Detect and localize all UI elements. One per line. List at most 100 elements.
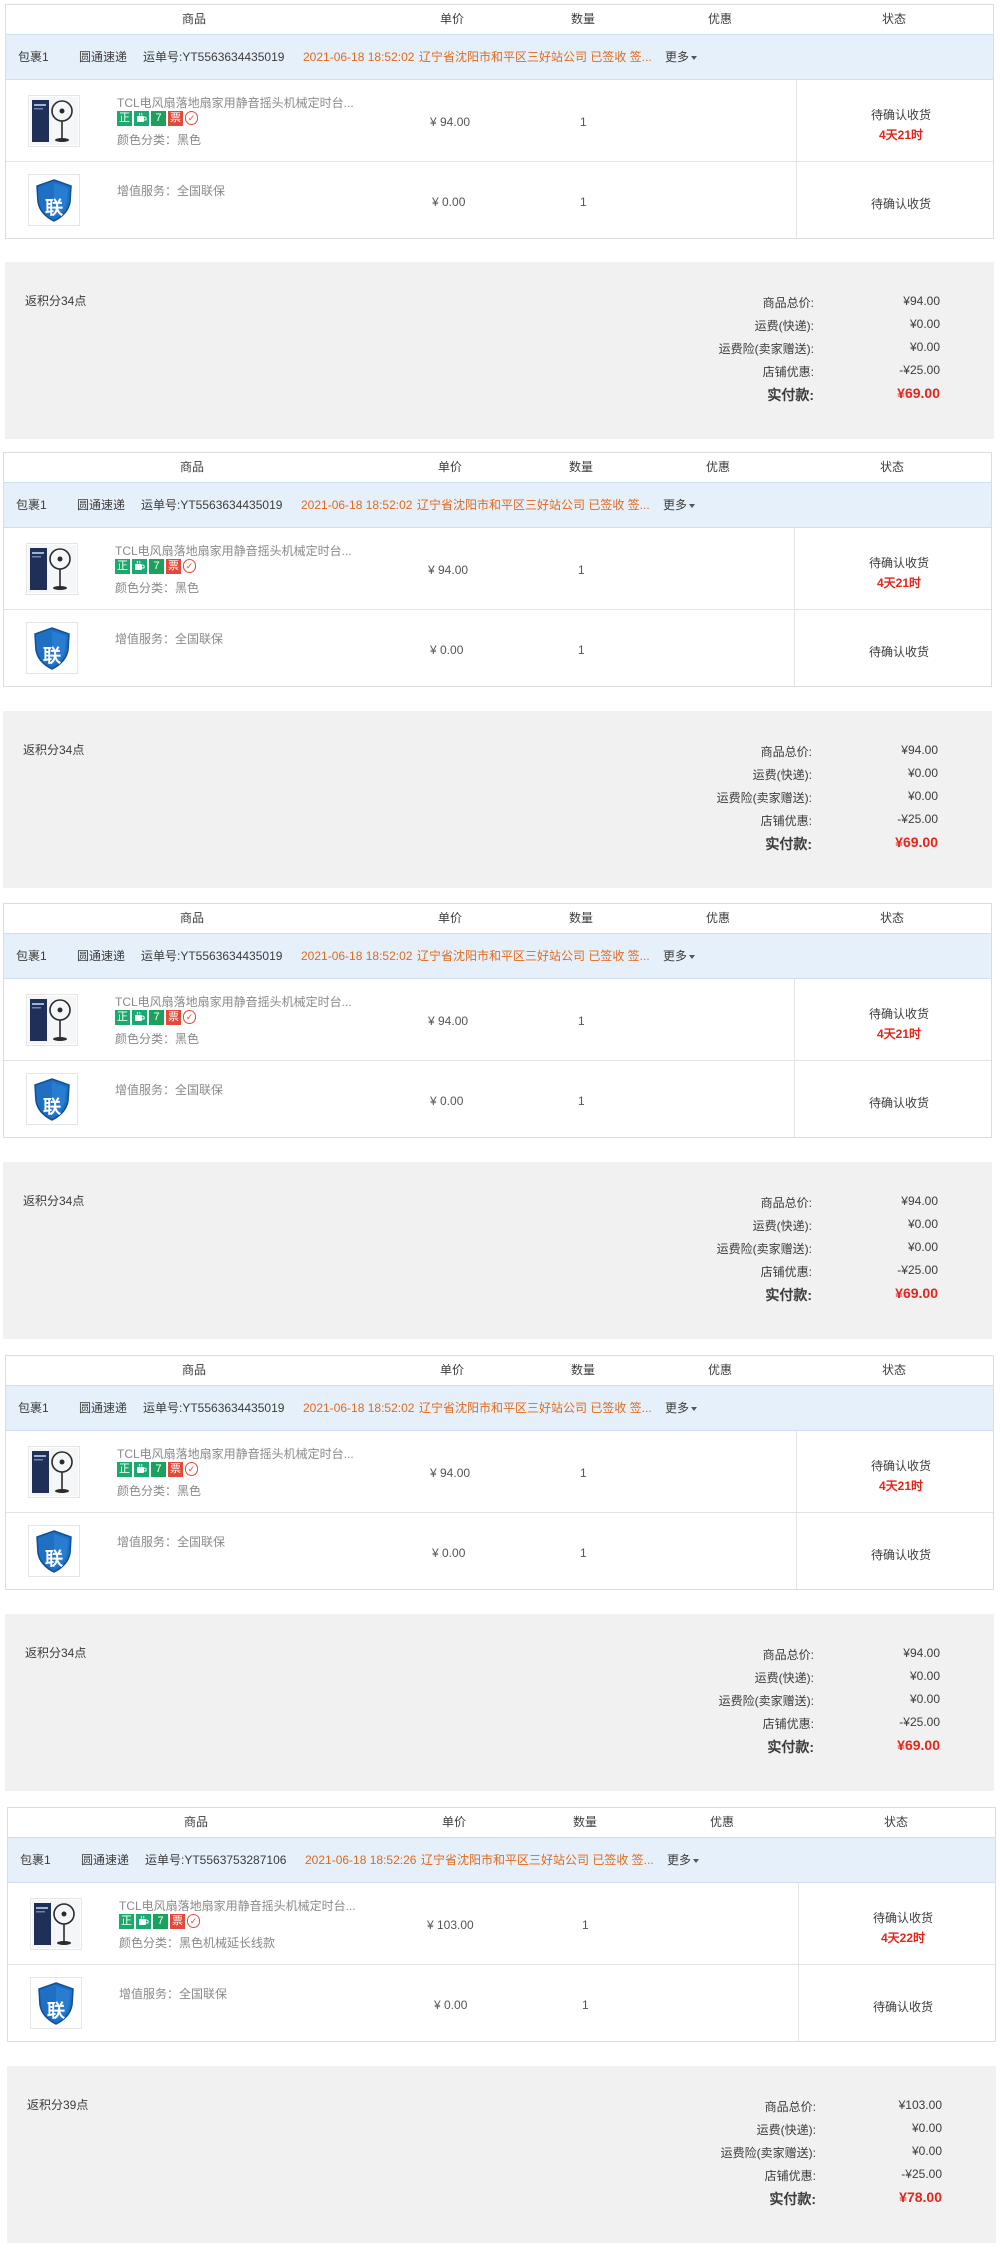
- more-link[interactable]: 更多: [663, 483, 696, 527]
- more-link[interactable]: 更多: [663, 934, 696, 978]
- tea-cup-icon[interactable]: [136, 1914, 151, 1929]
- product-title-link[interactable]: TCL电风扇落地扇家用静音摇头机械定时台...: [119, 1897, 356, 1914]
- logistics-location[interactable]: 辽宁省沈阳市和平区三好站公司 已签收 签...: [419, 35, 652, 79]
- logistics-location[interactable]: 辽宁省沈阳市和平区三好站公司 已签收 签...: [417, 934, 650, 978]
- status-text: 待确认收货: [868, 645, 930, 659]
- status-divider: [796, 1513, 797, 1589]
- service-tag[interactable]: 票: [168, 111, 183, 126]
- chevron-down-icon: [693, 1858, 700, 1863]
- summary-label: 运费(快递):: [756, 2123, 816, 2137]
- column-header-product: 商品: [183, 1815, 209, 1829]
- service-tag[interactable]: 正: [117, 1462, 132, 1477]
- tea-cup-icon[interactable]: [132, 1010, 147, 1025]
- fan-product-icon[interactable]: [26, 543, 78, 595]
- summary-value: ¥0.00: [909, 1669, 940, 1683]
- status-text: 待确认收货: [868, 556, 930, 570]
- summary-label: 运费(快递):: [754, 1671, 814, 1685]
- countdown-timer: 4天21时: [876, 576, 922, 590]
- order-status: 待确认收货 4天21时: [869, 554, 929, 591]
- column-header-product: 商品: [179, 460, 205, 474]
- reward-points: 返积分34点: [25, 294, 87, 308]
- total-paid-amount: ¥78.00: [899, 2189, 942, 2205]
- column-header-discount: 优惠: [709, 1815, 735, 1829]
- summary-value: ¥0.00: [909, 1692, 940, 1706]
- total-paid-label: 实付款:: [769, 2191, 816, 2207]
- carrier-name: 圆通速递: [81, 1853, 130, 1867]
- product-title-link[interactable]: TCL电风扇落地扇家用静音摇头机械定时台...: [115, 542, 352, 559]
- summary-label: 店铺优惠:: [760, 814, 812, 828]
- value-added-service: 增值服务：全国联保: [115, 1083, 224, 1097]
- service-tag[interactable]: 票: [168, 1462, 183, 1477]
- more-link[interactable]: 更多: [665, 35, 698, 79]
- status-text: 待确认收货: [868, 1007, 930, 1021]
- fan-product-icon[interactable]: [28, 95, 80, 147]
- service-tag[interactable]: 7: [151, 111, 166, 126]
- service-tag[interactable]: 7: [149, 1010, 164, 1025]
- value-added-service: 增值服务：全国联保: [119, 1987, 228, 2001]
- service-tag[interactable]: 7: [149, 559, 164, 574]
- status-divider: [794, 610, 795, 686]
- shield-badge-icon[interactable]: ✓: [185, 111, 198, 125]
- service-tag[interactable]: 正: [117, 111, 132, 126]
- service-tag[interactable]: 票: [166, 1010, 181, 1025]
- summary-label: 商品总价:: [762, 296, 814, 310]
- countdown-timer: 4天22时: [880, 1931, 926, 1945]
- shield-badge-icon[interactable]: ✓: [187, 1914, 200, 1928]
- logistics-location[interactable]: 辽宁省沈阳市和平区三好站公司 已签收 签...: [417, 483, 650, 527]
- unit-price: ¥ 94.00: [428, 563, 469, 577]
- summary-value: -¥25.00: [897, 1263, 938, 1277]
- column-header-unit-price: 单价: [437, 911, 463, 925]
- quantity: 1: [582, 1998, 589, 2012]
- total-paid-label: 实付款:: [767, 387, 814, 403]
- fan-product-icon[interactable]: [28, 1446, 80, 1498]
- more-link[interactable]: 更多: [665, 1386, 698, 1430]
- fan-product-icon[interactable]: [26, 994, 78, 1046]
- total-paid-label: 实付款:: [765, 836, 812, 852]
- order-status: 待确认收货 4天22时: [873, 1909, 933, 1946]
- unit-price: ¥ 0.00: [430, 643, 464, 657]
- quantity: 1: [578, 1094, 585, 1108]
- shield-badge-icon[interactable]: ✓: [183, 559, 196, 573]
- shield-badge-icon[interactable]: ✓: [183, 1010, 196, 1024]
- product-title-link[interactable]: TCL电风扇落地扇家用静音摇头机械定时台...: [117, 94, 354, 111]
- logistics-location[interactable]: 辽宁省沈阳市和平区三好站公司 已签收 签...: [419, 1386, 652, 1430]
- order-summary: 返积分34点 商品总价: ¥94.00 运费(快递): ¥0.00 运费险(卖家赠送): ¥…: [3, 1162, 992, 1339]
- table-row: TCL电风扇落地扇家用静音摇头机械定时台... 正 7 票 ✓ 颜色分类：黑色 ¥ 94.0…: [4, 979, 991, 1061]
- unit-price: ¥ 94.00: [428, 1014, 469, 1028]
- carrier-name: 圆通速递: [79, 50, 128, 64]
- shield-badge-icon[interactable]: ✓: [185, 1462, 198, 1476]
- value-added-service: 增值服务：全国联保: [117, 1535, 226, 1549]
- tracking-number: 运单号:YT5563634435019: [141, 498, 283, 512]
- package-bar: 包裹1 圆通速递 运单号:YT5563753287106 2021-06-18 18:…: [8, 1837, 995, 1883]
- summary-value: ¥0.00: [909, 340, 940, 354]
- tea-cup-icon[interactable]: [134, 1462, 149, 1477]
- order-summary: 返积分39点 商品总价: ¥103.00 运费(快递): ¥0.00 运费险(卖家赠送):…: [7, 2066, 996, 2243]
- column-header-discount: 优惠: [707, 12, 733, 26]
- tracking-number: 运单号:YT5563753287106: [145, 1853, 287, 1867]
- service-tags: 正 7 票 ✓: [115, 1010, 198, 1026]
- tracking-number: 运单号:YT5563634435019: [143, 50, 285, 64]
- fan-product-icon[interactable]: [30, 1898, 82, 1950]
- summary-label: 商品总价:: [762, 1648, 814, 1662]
- service-tag[interactable]: 正: [115, 1010, 130, 1025]
- package-bar: 包裹1 圆通速递 运单号:YT5563634435019 2021-06-18 18:…: [6, 1385, 993, 1431]
- tea-cup-icon[interactable]: [134, 111, 149, 126]
- service-tag[interactable]: 7: [151, 1462, 166, 1477]
- tea-cup-icon[interactable]: [132, 559, 147, 574]
- product-title-link[interactable]: TCL电风扇落地扇家用静音摇头机械定时台...: [117, 1445, 354, 1462]
- service-tag[interactable]: 正: [115, 559, 130, 574]
- logistics-location[interactable]: 辽宁省沈阳市和平区三好站公司 已签收 签...: [421, 1838, 654, 1882]
- chevron-down-icon: [689, 503, 696, 508]
- service-tag[interactable]: 票: [170, 1914, 185, 1929]
- value-added-service: 增值服务：全国联保: [117, 184, 226, 198]
- warranty-icon-text: 联: [43, 646, 61, 667]
- sku-attribute: 颜色分类：黑色机械延长线款: [119, 1936, 276, 1950]
- service-tag[interactable]: 票: [166, 559, 181, 574]
- column-header-status: 状态: [879, 911, 905, 925]
- product-title-link[interactable]: TCL电风扇落地扇家用静音摇头机械定时台...: [115, 993, 352, 1010]
- summary-value: -¥25.00: [901, 2167, 942, 2181]
- tracking-number: 运单号:YT5563634435019: [141, 949, 283, 963]
- service-tag[interactable]: 7: [153, 1914, 168, 1929]
- more-link[interactable]: 更多: [667, 1838, 700, 1882]
- service-tag[interactable]: 正: [119, 1914, 134, 1929]
